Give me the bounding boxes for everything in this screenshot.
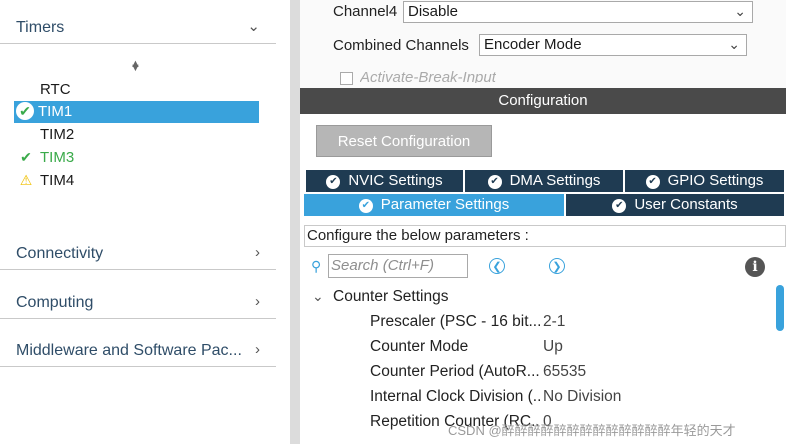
param-value[interactable]: No Division — [543, 388, 621, 406]
tab-gpio-settings[interactable]: ✔ GPIO Settings — [625, 170, 784, 192]
param-value[interactable]: 65535 — [543, 363, 586, 381]
category-label: Connectivity — [16, 245, 104, 262]
mode-settings-panel: Channel4 Disable ⌄ Combined Channels Enc… — [300, 0, 786, 88]
check-circle-icon: ✔ — [358, 199, 373, 213]
category-label: Middleware and Software Pac... — [16, 342, 242, 359]
info-icon[interactable]: i — [745, 257, 765, 277]
sort-icon[interactable]: ▲ ▼ — [130, 58, 141, 82]
category-label: Computing — [16, 294, 94, 311]
warning-icon: ⚠ — [19, 172, 33, 188]
left-panel: Timers ⌄ ▲ ▼ RTC ✔ TIM1 TIM2 ✔ TIM3 ⚠ TIM4 C… — [0, 0, 290, 444]
section-counter-settings[interactable]: Counter Settings — [333, 288, 448, 306]
tab-label: DMA Settings — [509, 172, 601, 189]
combined-channels-select[interactable]: Encoder Mode ⌄ — [479, 34, 747, 56]
check-circle-icon: ✔ — [487, 175, 502, 189]
pane-splitter[interactable] — [290, 0, 300, 444]
tab-label: GPIO Settings — [667, 172, 764, 189]
activate-break-label: Activate-Break-Input — [360, 69, 496, 83]
previous-result-icon[interactable]: ❮ — [489, 258, 505, 274]
param-name: Counter Mode — [370, 338, 469, 355]
param-value[interactable]: 2-1 — [543, 313, 565, 331]
tree-item-label: TIM1 — [38, 103, 73, 120]
chevron-down-icon: ⌄ — [734, 3, 746, 19]
tree-item-tim3[interactable]: ✔ TIM3 — [16, 146, 74, 168]
tree-item-label: TIM2 — [40, 126, 75, 143]
configuration-header: Configuration — [300, 88, 786, 114]
chevron-down-icon[interactable]: ⌄ — [312, 288, 324, 305]
search-input[interactable]: Search (Ctrl+F) — [328, 254, 468, 278]
category-timers-label: Timers — [16, 19, 65, 36]
checkmark-icon: ✔ — [20, 149, 32, 165]
check-circle-icon: ✔ — [612, 199, 627, 213]
chevron-down-icon[interactable]: ⌄ — [247, 17, 260, 35]
tab-label: User Constants — [634, 196, 738, 213]
watermark: CSDN @醉醉醉醉醉醉醉醉醉醉醉醉醉年轻的天才 — [448, 423, 736, 438]
chevron-right-icon[interactable]: › — [255, 244, 260, 261]
param-value[interactable]: Up — [543, 338, 563, 356]
configure-parameters-label: Configure the below parameters : — [304, 225, 786, 247]
chevron-right-icon[interactable]: › — [255, 293, 260, 310]
combined-channels-value: Encoder Mode — [484, 36, 582, 53]
tree-item-label: TIM3 — [40, 149, 75, 166]
search-icon: ⚲ — [311, 258, 322, 274]
tree-item-tim1[interactable]: ✔ TIM1 — [14, 101, 259, 123]
next-result-icon[interactable]: ❯ — [549, 258, 565, 274]
activate-break-checkbox[interactable] — [340, 72, 353, 85]
channel4-label: Channel4 — [333, 3, 398, 20]
category-timers[interactable]: Timers ⌄ — [0, 10, 276, 44]
category-middleware[interactable]: Middleware and Software Pac... › — [0, 333, 276, 367]
tab-label: NVIC Settings — [348, 172, 443, 189]
chevron-down-icon: ⌄ — [728, 36, 740, 52]
tab-dma-settings[interactable]: ✔ DMA Settings — [465, 170, 623, 192]
category-connectivity[interactable]: Connectivity › — [0, 236, 276, 270]
check-circle-icon: ✔ — [326, 175, 341, 189]
param-name: Internal Clock Division (... — [370, 388, 540, 405]
vertical-scrollbar[interactable] — [776, 285, 784, 331]
param-name: Prescaler (PSC - 16 bit... — [370, 313, 540, 330]
check-circle-icon: ✔ — [645, 175, 660, 189]
check-circle-icon: ✔ — [16, 102, 34, 120]
reset-configuration-button[interactable]: Reset Configuration — [316, 125, 492, 157]
tree-item-label: TIM4 — [40, 172, 75, 189]
combined-channels-label: Combined Channels — [333, 37, 469, 54]
tab-nvic-settings[interactable]: ✔ NVIC Settings — [306, 170, 463, 192]
param-name: Counter Period (AutoR... — [370, 363, 540, 380]
tree-item-rtc[interactable]: RTC — [16, 79, 71, 101]
tab-label: Parameter Settings — [380, 196, 510, 213]
tab-parameter-settings[interactable]: ✔ Parameter Settings — [304, 194, 564, 216]
chevron-right-icon[interactable]: › — [255, 341, 260, 358]
channel4-value: Disable — [408, 3, 459, 20]
channel4-select[interactable]: Disable ⌄ — [403, 1, 753, 23]
tree-item-label: RTC — [40, 81, 71, 98]
category-computing[interactable]: Computing › — [0, 285, 276, 319]
tree-item-tim4[interactable]: ⚠ TIM4 — [16, 169, 74, 191]
tree-item-tim2[interactable]: TIM2 — [16, 124, 74, 146]
tab-user-constants[interactable]: ✔ User Constants — [566, 194, 784, 216]
